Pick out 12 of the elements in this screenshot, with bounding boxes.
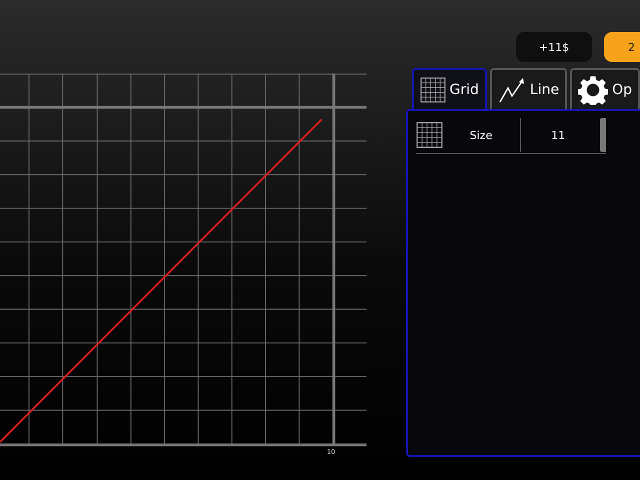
tab[interactable]: Line: [490, 68, 568, 109]
grid-icon: [416, 121, 442, 149]
grid-icon: [420, 76, 446, 102]
top-button[interactable]: 2: [604, 32, 640, 62]
setting-label: Size: [468, 128, 494, 142]
settings-icon: [578, 74, 608, 104]
tab[interactable]: Grid: [412, 68, 487, 109]
tab[interactable]: Op: [570, 68, 640, 109]
stepper-button[interactable]: [600, 118, 606, 152]
line-chart-icon: [498, 76, 526, 104]
top-button[interactable]: +11$: [516, 32, 592, 62]
setting-value[interactable]: 11: [520, 128, 596, 142]
